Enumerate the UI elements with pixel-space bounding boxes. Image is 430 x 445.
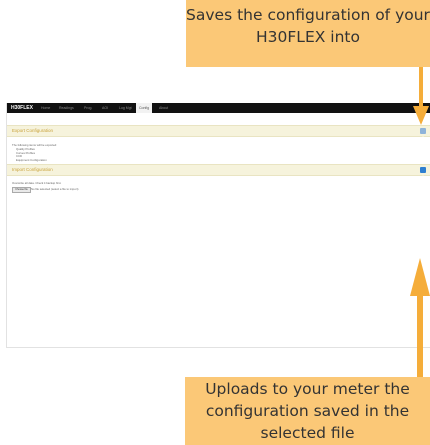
export-button[interactable] [420,128,426,140]
nav-tab-home[interactable]: Home [41,105,50,111]
app-window: H30FLEX Home Readings Prog. AOI Log Mgt … [6,103,430,348]
nav-tab-readings[interactable]: Readings [59,105,74,111]
import-warning: Overwrite all data. Check it backup firs… [12,181,62,185]
export-panel-header: Export Configuration [7,125,430,140]
nav-tab-config[interactable]: Config [136,103,153,113]
nav-tab-log-mgt[interactable]: Log Mgt [119,105,132,111]
import-arrowhead [410,258,430,296]
nav-tab-aoi[interactable]: AOI [102,105,108,111]
upload-icon [421,175,425,179]
download-icon [421,136,425,140]
import-callout: Uploads to your meter the configuration … [185,377,430,445]
export-panel-title: Export Configuration [12,128,54,133]
brand-logo[interactable]: H30FLEX [11,105,33,111]
export-arrow [419,67,423,108]
top-navbar: H30FLEX Home Readings Prog. AOI Log Mgt … [7,103,430,113]
import-button[interactable] [420,167,426,179]
export-callout: Saves the configuration of your H30FLEX … [186,0,430,67]
file-status-text: No file selected (select a file to impor… [31,186,79,191]
import-panel-title: Import Configuration [12,167,53,172]
nav-tab-prog[interactable]: Prog. [84,105,92,111]
import-panel-header: Import Configuration [7,164,430,179]
export-item-equipment: Equipment Configuration [16,157,47,162]
import-arrow [417,294,423,378]
choose-file-button[interactable]: Choose file [12,187,31,193]
export-arrowhead [413,106,429,125]
nav-tab-about[interactable]: About [159,105,168,111]
